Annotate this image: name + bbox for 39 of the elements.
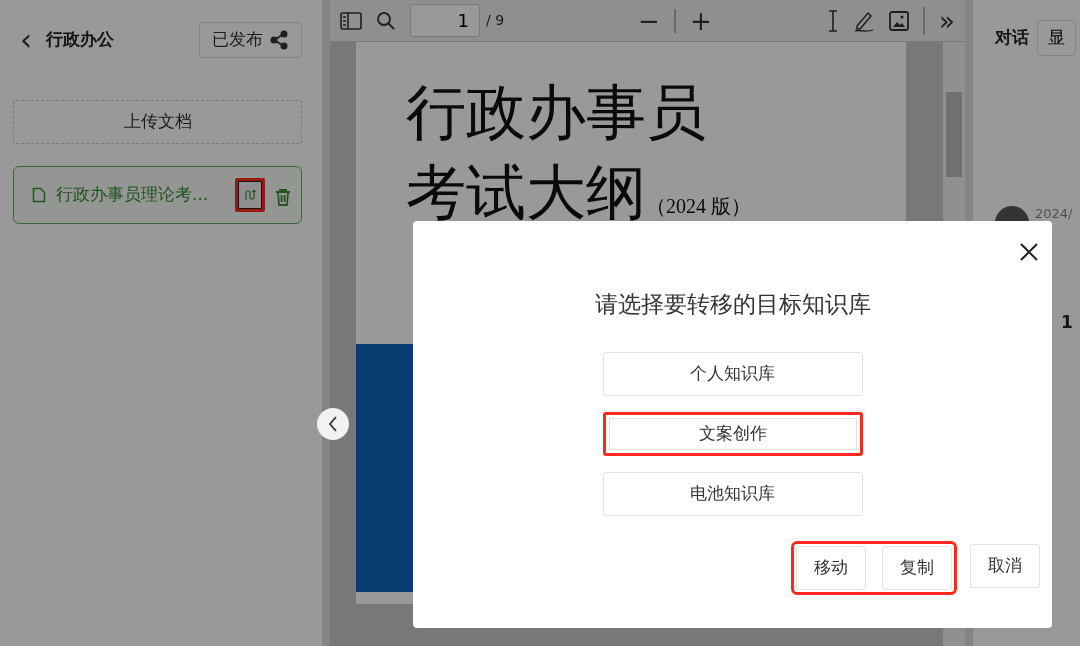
image-icon[interactable] (889, 10, 910, 31)
sidebar-toggle-icon[interactable] (340, 11, 362, 30)
action-button[interactable]: 移动 (796, 546, 866, 590)
back-button[interactable]: ‹ (20, 25, 32, 55)
share-icon (269, 30, 289, 50)
upload-button[interactable]: 上传文档 (13, 100, 302, 144)
panel-title: 对话 (995, 26, 1029, 49)
library-option[interactable]: 个人知识库 (602, 351, 863, 396)
text-cursor-icon[interactable] (827, 9, 840, 32)
divider-icon (673, 8, 676, 33)
sidebar-title: 行政办公 (46, 28, 114, 52)
page-count: / 9 (486, 11, 505, 30)
display-button[interactable]: 显 (1037, 20, 1076, 56)
document-title: 行政办事员 (406, 76, 707, 149)
chevron-left-icon (328, 416, 338, 432)
zoom-out-button[interactable]: − (638, 7, 660, 34)
cancel-button[interactable]: 取消 (970, 544, 1040, 588)
file-name: 行政办事员理论考... (56, 183, 210, 207)
edition-label: （2024 版） (646, 195, 751, 217)
scrollbar-thumb[interactable] (946, 92, 962, 177)
close-icon (1020, 242, 1038, 261)
page-field[interactable]: 1 (410, 4, 480, 37)
message-text: 1 (1061, 310, 1074, 334)
trash-icon (275, 187, 291, 206)
library-option[interactable]: 文案创作 (602, 411, 863, 456)
action-button[interactable]: 复制 (882, 546, 952, 590)
zoom-in-button[interactable]: + (689, 7, 712, 34)
pencil-icon[interactable] (853, 9, 876, 32)
message-date: 2024/ (1035, 205, 1073, 222)
publish-button[interactable]: 已发布 (199, 22, 302, 58)
expand-button[interactable]: » (939, 7, 955, 34)
divider-icon (923, 6, 926, 35)
library-option[interactable]: 电池知识库 (602, 471, 863, 516)
transfer-button[interactable] (235, 178, 265, 212)
document-title: 考试大纲 (406, 157, 646, 227)
file-icon (32, 187, 46, 203)
dialog-title: 请选择要转移的目标知识库 (594, 290, 871, 319)
collapse-button[interactable] (317, 408, 349, 440)
search-icon[interactable] (376, 10, 396, 31)
